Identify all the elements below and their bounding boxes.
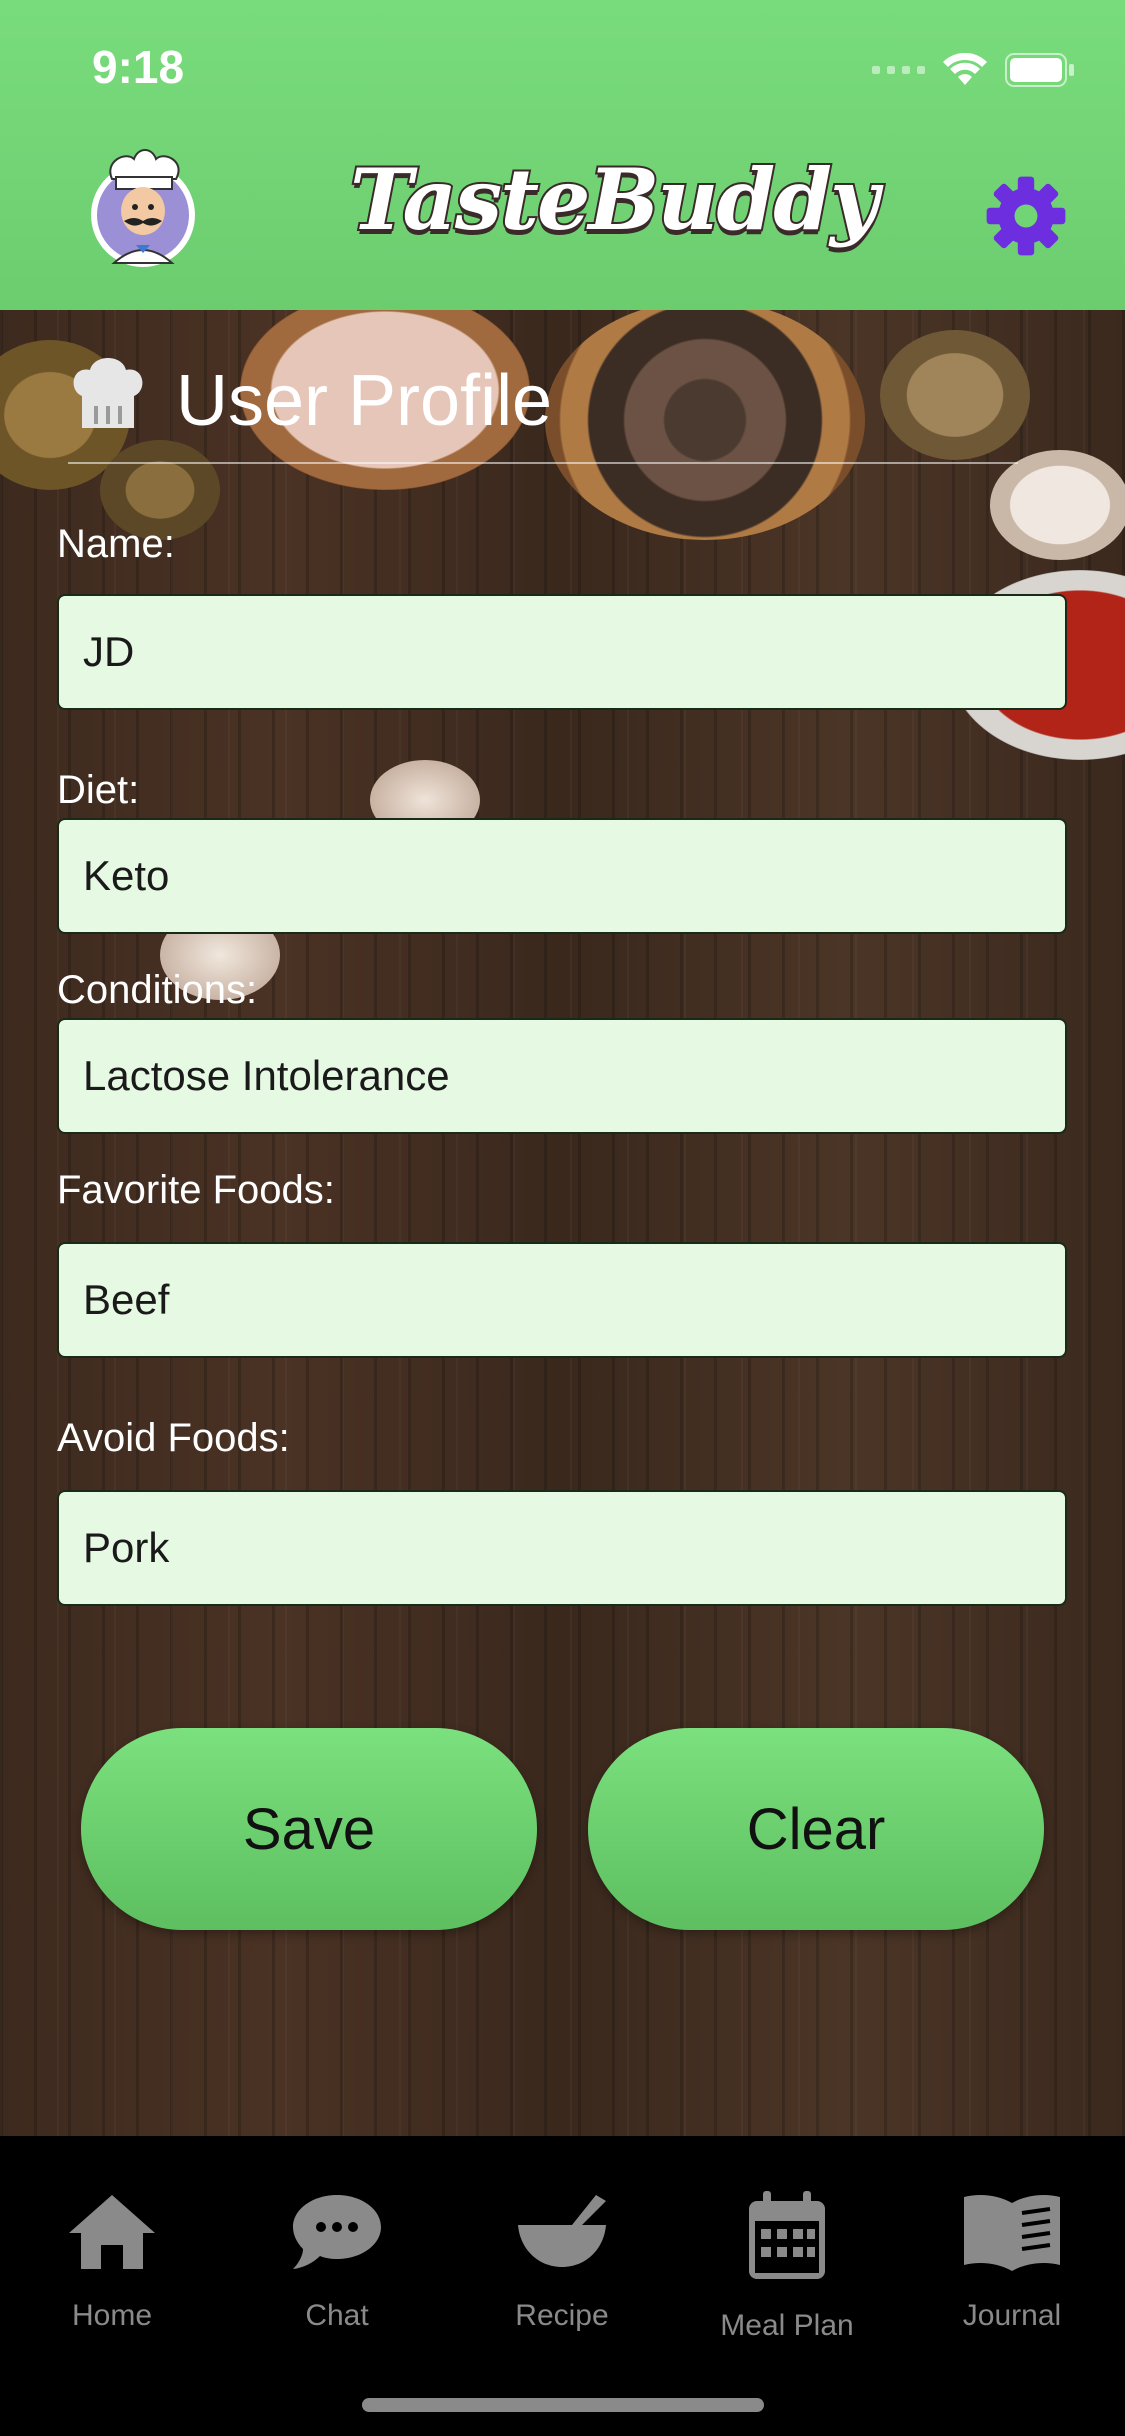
- tab-home[interactable]: Home: [22, 2191, 202, 2371]
- wifi-icon: [943, 53, 987, 85]
- save-button[interactable]: Save: [81, 1728, 537, 1930]
- section-header: User Profile: [68, 350, 1018, 464]
- tab-label: Home: [71, 2299, 153, 2332]
- tab-recipe[interactable]: Recipe: [472, 2191, 652, 2371]
- home-icon: [69, 2195, 155, 2269]
- app-header: 9:18 TasteBuddy: [0, 0, 1125, 310]
- tab-chat[interactable]: Chat: [247, 2191, 427, 2371]
- name-field[interactable]: [57, 594, 1067, 710]
- home-indicator[interactable]: [362, 2398, 764, 2412]
- tab-label: Recipe: [515, 2299, 609, 2332]
- tab-label: Journal: [962, 2299, 1062, 2332]
- favorite-foods-label: Favorite Foods:: [57, 1168, 335, 1212]
- chef-avatar-icon[interactable]: [90, 145, 196, 269]
- mortar-pestle-icon: [518, 2195, 606, 2267]
- chat-icon: [293, 2195, 381, 2269]
- avoid-foods-label: Avoid Foods:: [57, 1416, 290, 1460]
- battery-icon: [1005, 53, 1074, 87]
- book-icon: [964, 2195, 1060, 2271]
- status-time: 9:18: [92, 41, 185, 93]
- favorite-foods-field[interactable]: [57, 1242, 1067, 1358]
- garlic-decoration: [990, 450, 1125, 560]
- clear-button[interactable]: Clear: [588, 1728, 1044, 1930]
- app-logo: TasteBuddy: [348, 148, 881, 251]
- tab-bar: Home Chat Recipe Meal Plan Journal: [0, 2136, 1125, 2436]
- tab-meal-plan[interactable]: Meal Plan: [697, 2191, 877, 2371]
- chef-hat-icon: [73, 358, 143, 428]
- avoid-foods-field[interactable]: [57, 1490, 1067, 1606]
- conditions-field[interactable]: [57, 1018, 1067, 1134]
- cellular-signal-icon: [872, 66, 925, 74]
- calendar-icon: [749, 2191, 825, 2279]
- gear-icon[interactable]: [985, 175, 1067, 257]
- conditions-label: Conditions:: [57, 968, 258, 1012]
- status-icons: [872, 52, 1075, 88]
- tab-journal[interactable]: Journal: [922, 2191, 1102, 2371]
- name-label: Name:: [57, 522, 175, 566]
- diet-label: Diet:: [57, 768, 140, 812]
- tab-label: Meal Plan: [720, 2309, 854, 2342]
- page-title: User Profile: [176, 361, 553, 441]
- diet-field[interactable]: [57, 818, 1067, 934]
- tab-label: Chat: [305, 2299, 369, 2332]
